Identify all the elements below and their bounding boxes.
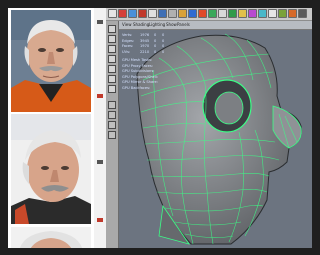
menu-lighting[interactable]: Lighting bbox=[149, 21, 165, 29]
reference-photo-front bbox=[11, 10, 91, 112]
poly-count-hud: Verts: 1976 0 0 Edges: 3945 0 0 Faces: 1… bbox=[122, 33, 192, 91]
reference-photo-column bbox=[8, 8, 94, 248]
move-tool-icon[interactable] bbox=[128, 9, 137, 18]
material-tool-icon[interactable] bbox=[248, 9, 257, 18]
layout-outliner-icon[interactable] bbox=[108, 131, 116, 139]
manipulator-icon[interactable] bbox=[108, 85, 116, 93]
shelf-toolbar bbox=[106, 8, 312, 21]
rotate-tool-icon[interactable] bbox=[138, 9, 147, 18]
window-divider bbox=[94, 8, 106, 248]
hud-row-uvs: UVs: 2210 0 0 bbox=[122, 49, 165, 54]
reference-photo-side bbox=[11, 114, 91, 224]
merge-tool-icon[interactable] bbox=[218, 9, 227, 18]
layout-split-icon[interactable] bbox=[108, 121, 116, 129]
select-tool-icon[interactable] bbox=[108, 9, 117, 18]
smooth-tool-icon[interactable] bbox=[228, 9, 237, 18]
menu-shading[interactable]: Shading bbox=[133, 21, 149, 29]
paint-select-icon[interactable] bbox=[108, 45, 116, 53]
modeling-app-window: View Shading Lighting Show Panels Verts:… bbox=[106, 8, 312, 248]
sphere-tool-icon[interactable] bbox=[188, 9, 197, 18]
screenshot-frame: View Shading Lighting Show Panels Verts:… bbox=[8, 8, 312, 248]
menu-view[interactable]: View bbox=[122, 21, 132, 29]
rotate-icon[interactable] bbox=[108, 65, 116, 73]
3d-viewport[interactable]: Verts: 1976 0 0 Edges: 3945 0 0 Faces: 1… bbox=[119, 30, 312, 248]
lasso-icon[interactable] bbox=[108, 35, 116, 43]
cut-tool-icon[interactable] bbox=[168, 9, 177, 18]
tool-box bbox=[106, 21, 119, 248]
menu-show[interactable]: Show bbox=[166, 21, 177, 29]
reference-photo-top bbox=[11, 227, 91, 248]
light-tool-icon[interactable] bbox=[268, 9, 277, 18]
layout-four-icon[interactable] bbox=[108, 111, 116, 119]
paint-tool-icon[interactable] bbox=[118, 9, 127, 18]
arrow-select-icon[interactable] bbox=[108, 25, 116, 33]
scale-tool-icon[interactable] bbox=[148, 9, 157, 18]
cube-tool-icon[interactable] bbox=[198, 9, 207, 18]
settings-tool-icon[interactable] bbox=[298, 9, 307, 18]
hud-gpu-backfaces: GPU Backfaces: bbox=[122, 85, 151, 90]
menu-panels[interactable]: Panels bbox=[177, 21, 190, 29]
layout-single-icon[interactable] bbox=[108, 101, 116, 109]
bevel-tool-icon[interactable] bbox=[208, 9, 217, 18]
sculpt-tool-icon[interactable] bbox=[158, 9, 167, 18]
scale-icon[interactable] bbox=[108, 75, 116, 83]
split-tool-icon[interactable] bbox=[238, 9, 247, 18]
panel-menu-bar: View Shading Lighting Show Panels bbox=[119, 21, 312, 30]
extrude-tool-icon[interactable] bbox=[178, 9, 187, 18]
render-tool-icon[interactable] bbox=[278, 9, 287, 18]
camera-tool-icon[interactable] bbox=[258, 9, 267, 18]
snap-tool-icon[interactable] bbox=[288, 9, 297, 18]
move-icon[interactable] bbox=[108, 55, 116, 63]
